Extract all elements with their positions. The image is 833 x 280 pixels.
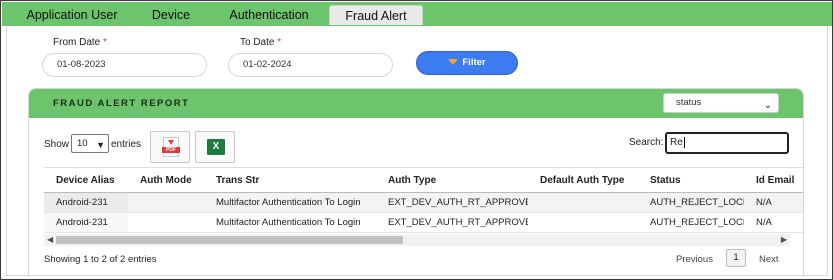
from-date-label: From Date * (53, 37, 107, 48)
tab-fraud-alert[interactable]: Fraud Alert (329, 5, 423, 25)
show-label: Show (44, 139, 70, 150)
status-dropdown-value: status (676, 97, 702, 108)
to-date-input[interactable]: 01-02-2024 (228, 53, 393, 77)
table-cell: N/A (744, 192, 803, 213)
pdf-icon: PDF (162, 137, 180, 157)
entries-per-page-select[interactable]: 10 ▼ (71, 134, 109, 153)
pagination-next[interactable]: Next (759, 254, 779, 265)
table-info: Showing 1 to 2 of 2 entries (44, 254, 157, 265)
fraud-alert-report-panel: FRAUD ALERT REPORT status ⌄ Show 10 ▼ en… (28, 88, 804, 276)
tab-application-user[interactable]: Application User (22, 5, 122, 25)
scroll-right-icon[interactable]: ▶ (781, 235, 787, 245)
required-mark: * (103, 37, 107, 48)
chevron-down-icon: ▼ (96, 140, 105, 150)
table-cell (128, 192, 204, 213)
table-cell (128, 212, 204, 233)
col-header-auth-mode[interactable]: Auth Mode (128, 167, 204, 193)
filter-button-label: Filter (462, 57, 486, 68)
pagination-page-1[interactable]: 1 (726, 249, 746, 267)
export-pdf-button[interactable]: PDF (150, 131, 190, 163)
col-header-auth-type[interactable]: Auth Type (376, 167, 528, 193)
search-input-value: Re (670, 137, 683, 148)
table-cell: AUTH_REJECT_LOCK (638, 212, 744, 233)
chevron-down-icon: ⌄ (763, 100, 772, 111)
col-header-trans-str[interactable]: Trans Str (204, 167, 376, 193)
col-header-default-auth-type[interactable]: Default Auth Type (528, 167, 638, 193)
scrollbar-thumb[interactable] (56, 236, 403, 244)
table-cell: EXT_DEV_AUTH_RT_APPROVE (376, 192, 528, 213)
required-mark: * (277, 37, 282, 48)
excel-icon: X (207, 139, 225, 155)
horizontal-scrollbar[interactable]: ◀ ▶ (44, 234, 790, 246)
table-row: Android-231 Multifactor Authentication T… (44, 192, 803, 213)
to-date-label-text: To Date (240, 37, 275, 48)
table-cell (528, 212, 638, 233)
tab-bar: Application User Device Authentication F… (2, 2, 832, 26)
tab-device[interactable]: Device (140, 5, 202, 25)
report-header: FRAUD ALERT REPORT status ⌄ (29, 89, 803, 118)
table-row: Android-231 Multifactor Authentication T… (44, 212, 803, 233)
search-label: Search: (629, 137, 664, 148)
pagination-previous[interactable]: Previous (676, 254, 713, 265)
from-date-input[interactable]: 01-08-2023 (42, 53, 207, 77)
app-frame: Application User Device Authentication F… (0, 0, 833, 280)
table-cell: Multifactor Authentication To Login (204, 192, 376, 213)
to-date-label: To Date * (240, 37, 281, 48)
table-cell: Multifactor Authentication To Login (204, 212, 376, 233)
search-input[interactable]: Re (665, 132, 789, 154)
col-header-status[interactable]: Status (638, 167, 744, 193)
fraud-alert-table: Device Alias Auth Mode Trans Str Auth Ty… (44, 167, 803, 233)
filter-button[interactable]: Filter (416, 51, 518, 75)
filter-icon (448, 59, 459, 66)
table-cell (528, 192, 638, 213)
entries-label: entries (111, 139, 142, 150)
table-header-row: Device Alias Auth Mode Trans Str Auth Ty… (44, 167, 803, 193)
export-excel-button[interactable]: X (195, 131, 235, 163)
scroll-left-icon[interactable]: ◀ (47, 235, 53, 245)
tab-authentication[interactable]: Authentication (220, 5, 318, 25)
status-dropdown[interactable]: status ⌄ (663, 93, 779, 113)
col-header-device-alias[interactable]: Device Alias (44, 167, 128, 193)
col-header-id-email[interactable]: Id Email (744, 167, 803, 193)
report-title: FRAUD ALERT REPORT (53, 98, 190, 109)
table-cell: Android-231 (44, 212, 128, 233)
table-cell: AUTH_REJECT_LOCK (638, 192, 744, 213)
table-cell: EXT_DEV_AUTH_RT_APPROVE (376, 212, 528, 233)
entries-value: 10 (77, 138, 88, 149)
table-cell: Android-231 (44, 192, 128, 213)
from-date-label-text: From Date (53, 37, 101, 48)
table-cell: N/A (744, 212, 803, 233)
